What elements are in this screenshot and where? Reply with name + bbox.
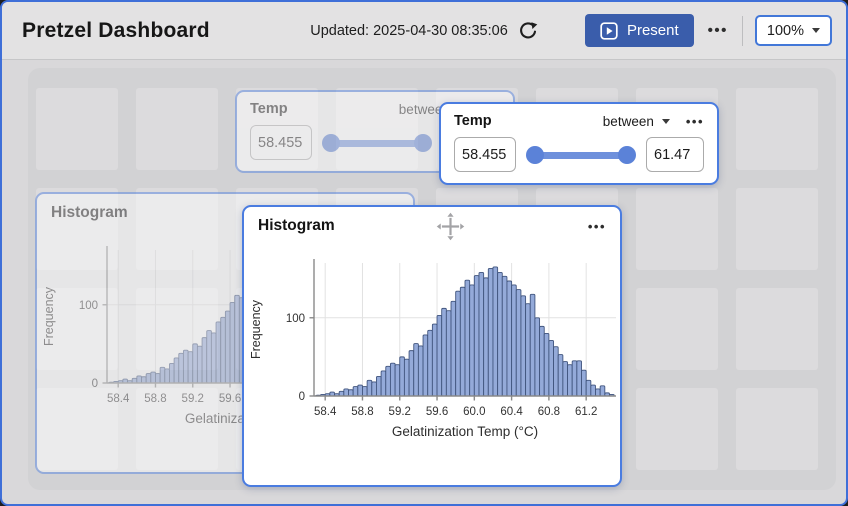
svg-text:60.0: 60.0: [463, 406, 485, 418]
grid-placeholder-tile: [736, 88, 818, 170]
grid-placeholder-tile: [736, 288, 818, 370]
app-window: Pretzel Dashboard Updated: 2025-04-30 08…: [0, 0, 848, 506]
svg-text:100: 100: [79, 300, 98, 312]
page-title: Pretzel Dashboard: [16, 19, 210, 43]
zoom-level-dropdown[interactable]: 100%: [755, 15, 832, 46]
min-value-input-ghost: [250, 125, 312, 160]
range-slider[interactable]: [526, 146, 636, 164]
header-bar: Pretzel Dashboard Updated: 2025-04-30 08…: [2, 2, 846, 60]
present-button-label: Present: [627, 22, 679, 39]
move-cursor-icon: [435, 211, 466, 242]
svg-text:Gelatinization Temp (°C): Gelatinization Temp (°C): [392, 424, 538, 439]
slider-handle-max[interactable]: [618, 146, 636, 164]
svg-text:58.4: 58.4: [107, 393, 130, 405]
chevron-down-icon: [812, 28, 820, 33]
slider-handle-min: [322, 134, 340, 152]
max-value-input[interactable]: [646, 137, 704, 172]
grid-placeholder-tile: [636, 388, 718, 470]
svg-text:Frequency: Frequency: [42, 286, 56, 346]
chevron-down-icon: [662, 119, 670, 124]
header-more-button[interactable]: •••: [706, 18, 730, 43]
refresh-button[interactable]: [518, 21, 538, 41]
grid-placeholder-tile: [636, 288, 718, 370]
slider-handle-min[interactable]: [526, 146, 544, 164]
svg-text:59.2: 59.2: [389, 406, 411, 418]
zoom-level-value: 100%: [767, 23, 804, 39]
temp-filter-card[interactable]: Temp between •••: [439, 102, 719, 185]
histogram-chart: 58.4 58.8 59.2 59.6 60.0 60.4 60.8 61.2 0 100 Gela…: [244, 243, 622, 487]
svg-text:59.6: 59.6: [426, 406, 448, 418]
svg-text:58.8: 58.8: [351, 406, 373, 418]
svg-text:58.4: 58.4: [314, 406, 337, 418]
card-more-button[interactable]: •••: [588, 219, 606, 234]
grid-placeholder-tile: [136, 88, 218, 170]
refresh-icon: [518, 21, 538, 41]
svg-text:0: 0: [92, 378, 98, 390]
svg-text:Frequency: Frequency: [249, 299, 263, 359]
header-divider: [742, 16, 743, 46]
card-more-button[interactable]: •••: [686, 114, 704, 129]
card-title: Histogram: [51, 204, 128, 222]
svg-text:58.8: 58.8: [144, 393, 166, 405]
svg-text:61.2: 61.2: [575, 406, 597, 418]
filter-title: Temp: [250, 101, 288, 117]
svg-text:59.2: 59.2: [182, 393, 204, 405]
operator-value: between: [603, 114, 654, 129]
grid-placeholder-tile: [636, 188, 718, 270]
min-value-input[interactable]: [454, 137, 516, 172]
play-icon: [600, 22, 618, 40]
svg-text:60.8: 60.8: [538, 406, 560, 418]
histogram-card[interactable]: Histogram ••• 58.4 58.8 59.2 59.6 60.0 60.4 60…: [242, 205, 622, 487]
operator-dropdown[interactable]: between: [603, 114, 670, 129]
svg-text:59.6: 59.6: [219, 393, 241, 405]
filter-title: Temp: [454, 113, 492, 129]
present-button[interactable]: Present: [585, 14, 694, 47]
card-title: Histogram: [258, 217, 335, 235]
slider-handle-max: [414, 134, 432, 152]
updated-timestamp: Updated: 2025-04-30 08:35:06: [310, 23, 508, 39]
range-slider-ghost: [322, 134, 432, 152]
svg-text:60.4: 60.4: [500, 406, 523, 418]
grid-placeholder-tile: [736, 388, 818, 470]
svg-text:0: 0: [299, 391, 305, 403]
grid-placeholder-tile: [36, 88, 118, 170]
grid-placeholder-tile: [736, 188, 818, 270]
svg-text:100: 100: [286, 313, 305, 325]
